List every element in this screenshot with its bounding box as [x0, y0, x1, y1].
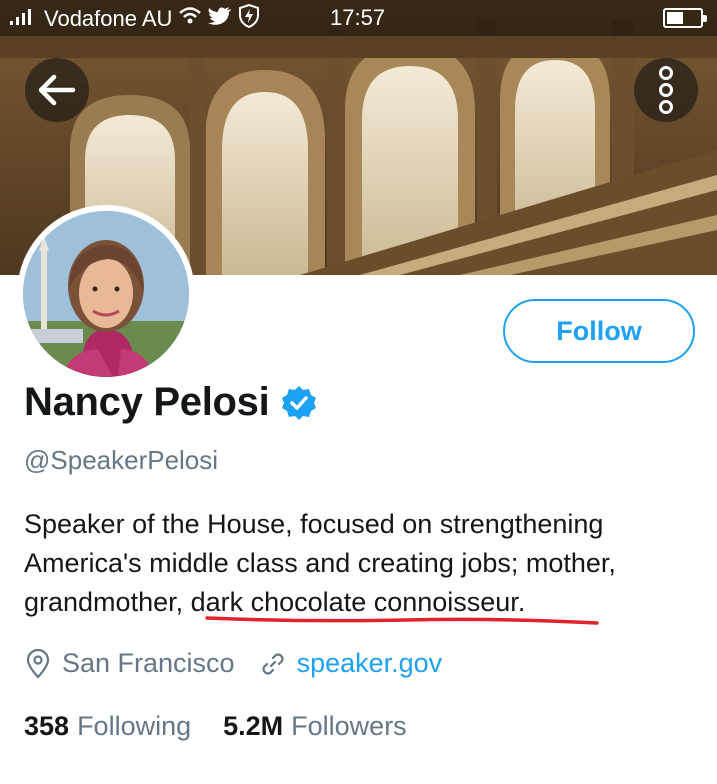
following-count: 358 [24, 711, 70, 741]
shield-bolt-icon [238, 3, 260, 34]
bio: Speaker of the House, focused on strengt… [24, 505, 704, 622]
followers-stat[interactable]: 5.2M Followers [223, 711, 407, 742]
arrow-left-icon [38, 74, 76, 106]
display-name: Nancy Pelosi [24, 380, 270, 424]
followers-count: 5.2M [223, 711, 284, 741]
website-link[interactable]: speaker.gov [297, 648, 443, 679]
more-options-button[interactable] [634, 58, 698, 122]
following-stat[interactable]: 358 Following [24, 711, 191, 742]
more-vertical-icon [659, 66, 673, 114]
name-row: Nancy Pelosi [24, 380, 317, 425]
profile-photo [23, 211, 189, 377]
link-icon [262, 652, 284, 675]
clock: 17:57 [330, 5, 386, 30]
carrier-name: Vodafone AU [44, 6, 173, 31]
status-bar: Vodafone AU 17:57 [0, 0, 717, 36]
signal-icon [8, 6, 38, 32]
back-button[interactable] [25, 58, 89, 122]
verified-badge-icon [282, 385, 317, 420]
wifi-icon [178, 6, 202, 32]
follow-button[interactable]: Follow [503, 299, 695, 363]
location-text: San Francisco [62, 648, 235, 678]
red-underline-annotation [205, 616, 599, 625]
avatar[interactable] [17, 205, 195, 383]
profile-meta: San Francisco speaker.gov [24, 648, 442, 679]
profile-stats: 358 Following 5.2M Followers [24, 711, 407, 742]
user-handle: @SpeakerPelosi [24, 445, 219, 475]
battery-icon [663, 8, 707, 28]
location-pin-icon [26, 648, 50, 679]
following-label: Following [77, 711, 192, 741]
twitter-bird-icon [208, 6, 232, 32]
followers-label: Followers [291, 711, 407, 741]
